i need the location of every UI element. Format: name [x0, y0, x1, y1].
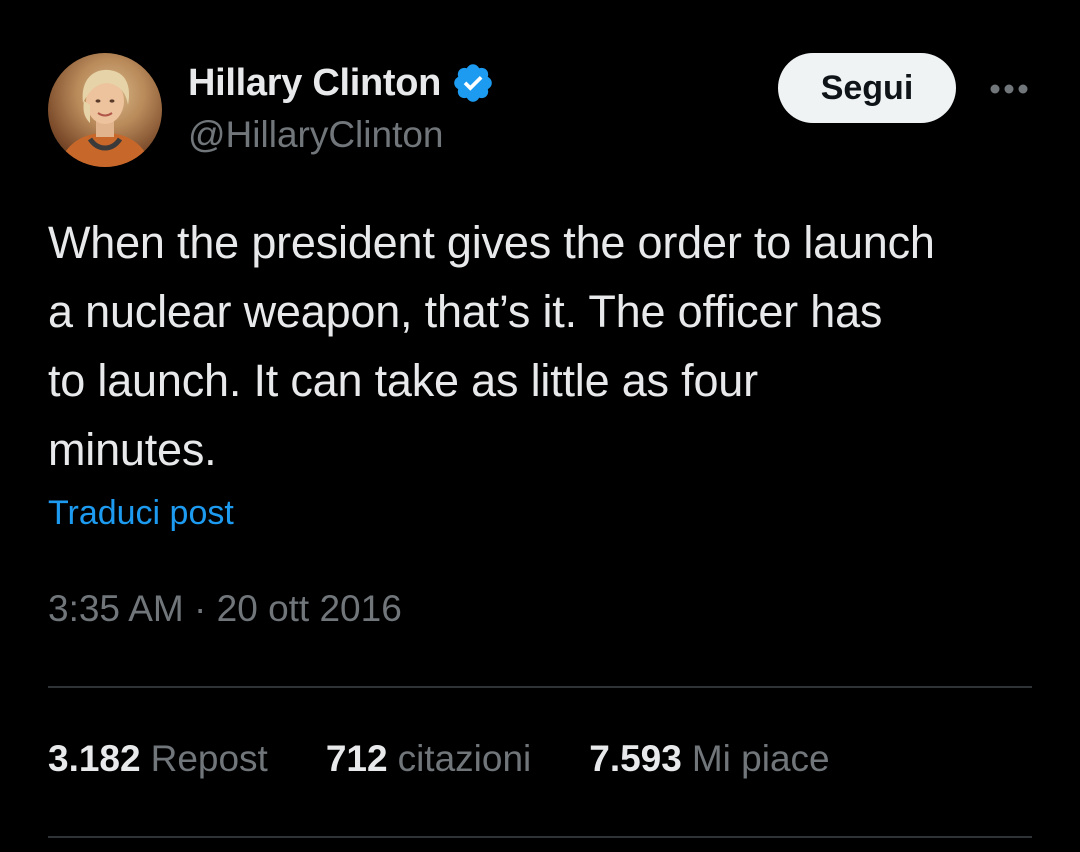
likes-label: Mi piace	[691, 738, 830, 779]
profile-photo-icon	[58, 69, 152, 167]
likes-count: 7.593	[589, 738, 682, 779]
reposts-count: 3.182	[48, 738, 141, 779]
engagement-stats: 3.182 Repost 712 citazioni 7.593 Mi piac…	[48, 738, 888, 780]
translate-post-link[interactable]: Traduci post	[48, 494, 234, 533]
author-name-row: Hillary Clinton	[188, 58, 495, 108]
likes-stat[interactable]: 7.593 Mi piace	[589, 738, 829, 780]
tweet-text-line: a nuclear weapon, that’s it. The officer…	[48, 286, 883, 337]
quotes-label: citazioni	[397, 738, 532, 779]
avatar[interactable]	[48, 53, 162, 167]
tweet-timestamp[interactable]: 3:35 AM · 20 ott 2016	[48, 588, 402, 630]
verified-badge-icon[interactable]	[451, 61, 495, 105]
more-horizontal-icon	[990, 84, 1028, 94]
reposts-stat[interactable]: 3.182 Repost	[48, 738, 268, 780]
tweet-detail: Hillary Clinton @HillaryClinton Segui Wh…	[0, 0, 1080, 852]
tweet-text-line: When the president gives the order to la…	[48, 217, 935, 268]
reposts-label: Repost	[150, 738, 268, 779]
tweet-text: When the president gives the order to la…	[48, 208, 1038, 484]
tweet-text-line: minutes.	[48, 424, 217, 475]
divider	[48, 686, 1032, 688]
follow-button[interactable]: Segui	[778, 53, 956, 123]
more-options-button[interactable]	[984, 72, 1034, 106]
author-display-name[interactable]: Hillary Clinton	[188, 62, 441, 105]
author-handle[interactable]: @HillaryClinton	[188, 114, 444, 156]
divider	[48, 836, 1032, 838]
tweet-text-line: to launch. It can take as little as four	[48, 355, 758, 406]
quotes-stat[interactable]: 712 citazioni	[326, 738, 531, 780]
quotes-count: 712	[325, 738, 388, 779]
